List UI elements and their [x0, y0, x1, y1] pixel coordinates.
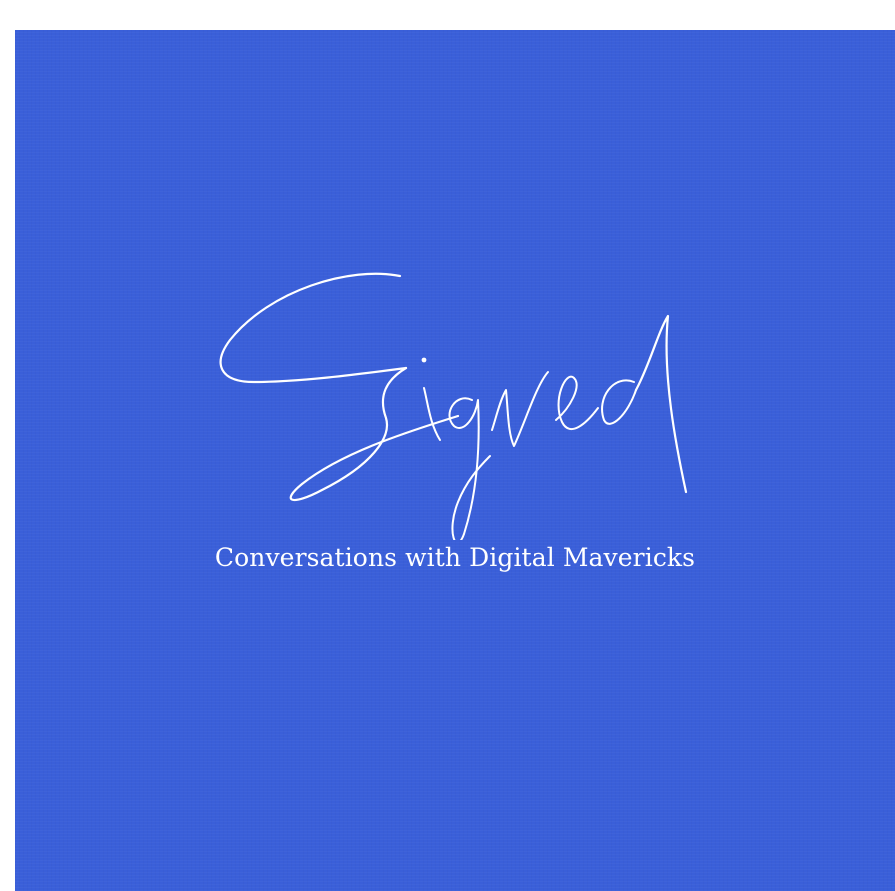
- signed-script-logo: [219, 272, 688, 540]
- podcast-cover: Conversations with Digital Mavericks: [15, 30, 895, 891]
- podcast-subtitle: Conversations with Digital Mavericks: [214, 543, 696, 572]
